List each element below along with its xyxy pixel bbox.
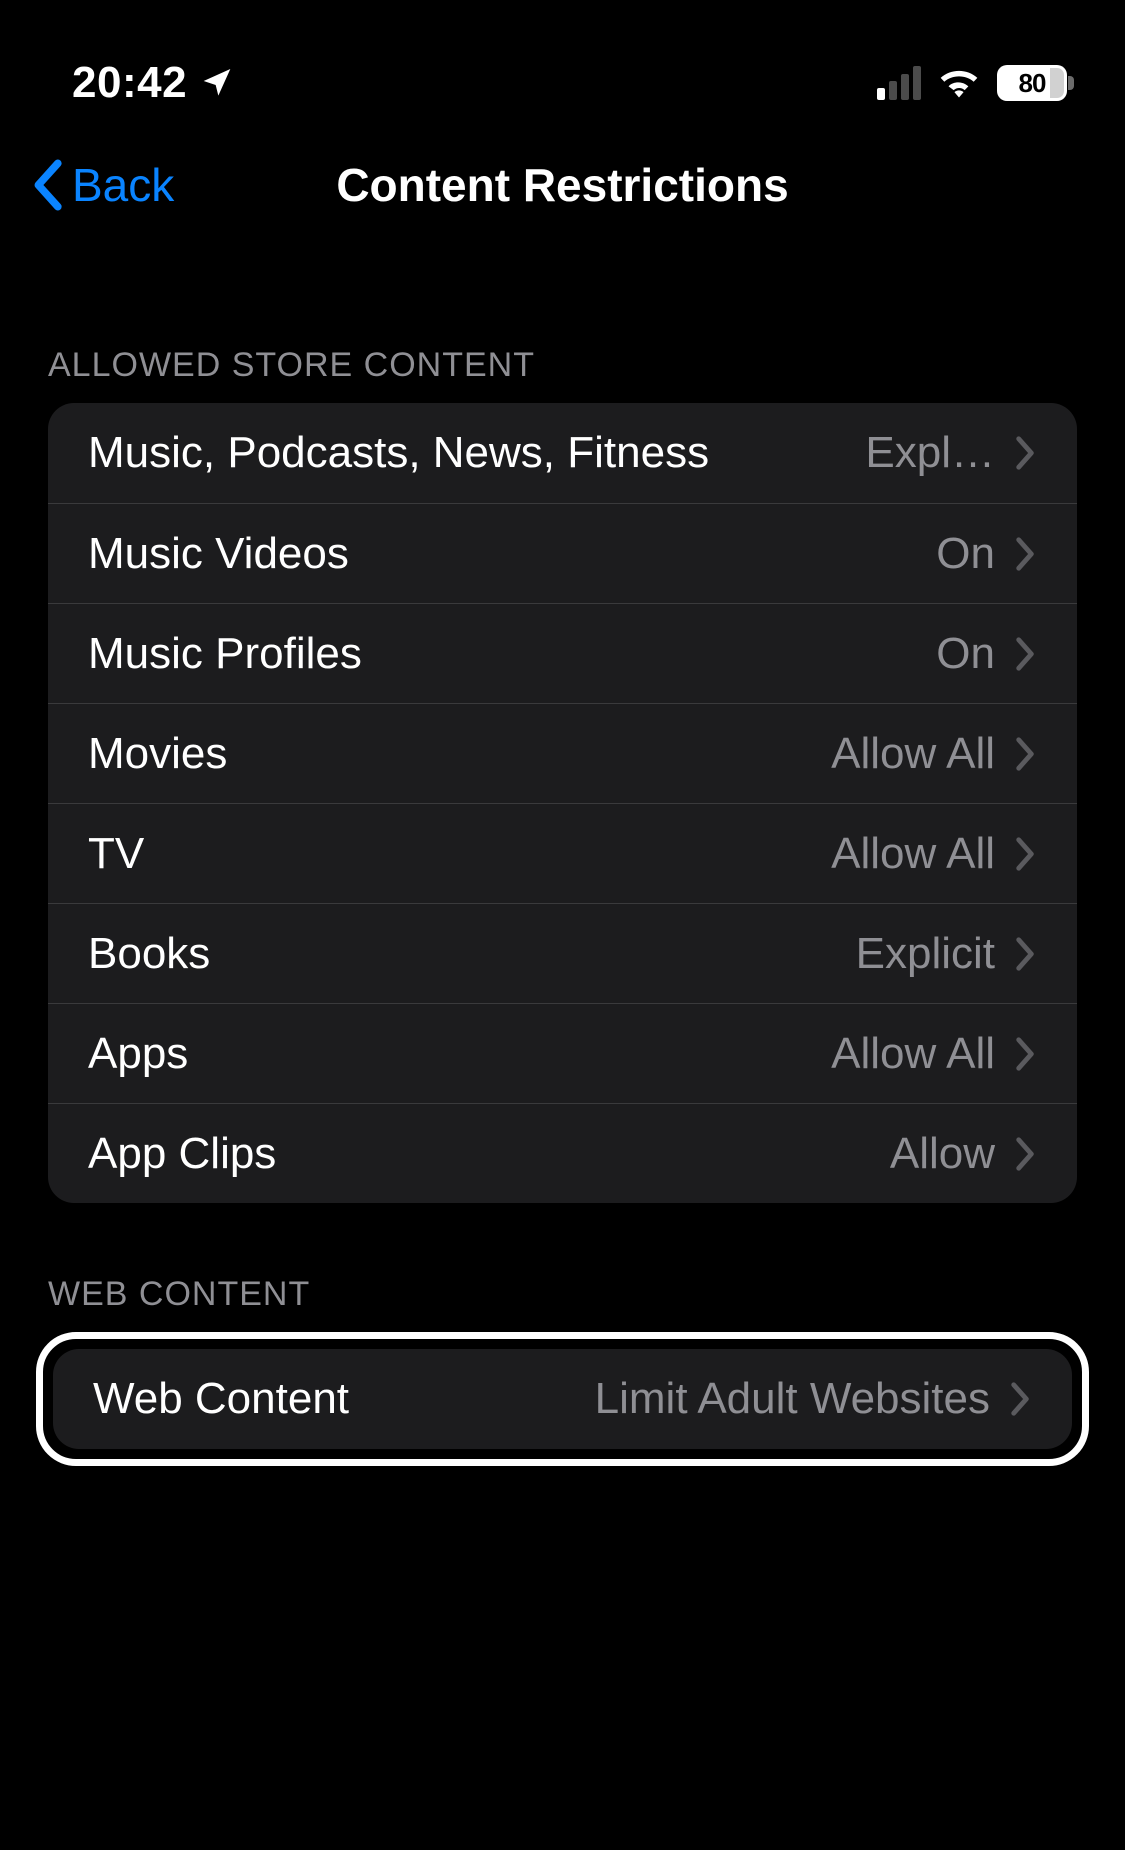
chevron-right-icon (1013, 535, 1037, 573)
chevron-right-icon (1013, 835, 1037, 873)
section-header-web: WEB CONTENT (0, 1203, 1125, 1332)
row-value: On (936, 529, 995, 579)
chevron-right-icon (1013, 1035, 1037, 1073)
row-movies[interactable]: Movies Allow All (48, 703, 1077, 803)
row-label: Apps (88, 1029, 188, 1079)
row-value: Limit Adult Websites (595, 1374, 990, 1424)
cellular-icon (877, 66, 921, 100)
back-label: Back (72, 158, 174, 212)
row-label: Books (88, 929, 210, 979)
chevron-right-icon (1008, 1380, 1032, 1418)
row-value: Allow All (831, 729, 995, 779)
chevron-right-icon (1013, 935, 1037, 973)
section-header-store: ALLOWED STORE CONTENT (0, 250, 1125, 403)
wifi-icon (937, 64, 981, 103)
chevron-right-icon (1013, 635, 1037, 673)
row-books[interactable]: Books Explicit (48, 903, 1077, 1003)
row-value: Allow (890, 1129, 995, 1179)
row-music-profiles[interactable]: Music Profiles On (48, 603, 1077, 703)
row-music-videos[interactable]: Music Videos On (48, 503, 1077, 603)
row-label: Music, Podcasts, News, Fitness (88, 428, 709, 478)
back-button[interactable]: Back (0, 158, 174, 212)
group-web: Web Content Limit Adult Websites (53, 1349, 1072, 1449)
chevron-right-icon (1013, 434, 1037, 472)
row-label: Movies (88, 729, 227, 779)
row-apps[interactable]: Apps Allow All (48, 1003, 1077, 1103)
row-value: Allow All (831, 829, 995, 879)
row-label: Web Content (93, 1374, 349, 1424)
row-label: Music Profiles (88, 629, 362, 679)
chevron-right-icon (1013, 735, 1037, 773)
status-bar: 20:42 80 (0, 0, 1125, 120)
row-value: Allow All (831, 1029, 995, 1079)
chevron-left-icon (30, 159, 64, 211)
row-music-podcasts-news-fitness[interactable]: Music, Podcasts, News, Fitness Expl… (48, 403, 1077, 503)
row-value: On (936, 629, 995, 679)
row-label: Music Videos (88, 529, 349, 579)
chevron-right-icon (1013, 1135, 1037, 1173)
nav-header: Back Content Restrictions (0, 120, 1125, 250)
row-web-content[interactable]: Web Content Limit Adult Websites (53, 1349, 1072, 1449)
row-value: Explicit (856, 929, 995, 979)
battery-level: 80 (1019, 68, 1046, 99)
location-icon (201, 58, 233, 108)
row-value: Expl… (865, 428, 995, 478)
group-store: Music, Podcasts, News, Fitness Expl… Mus… (48, 403, 1077, 1203)
status-left: 20:42 (72, 58, 233, 108)
battery-icon: 80 (997, 65, 1067, 101)
row-tv[interactable]: TV Allow All (48, 803, 1077, 903)
status-right: 80 (877, 64, 1067, 103)
row-label: TV (88, 829, 144, 879)
row-app-clips[interactable]: App Clips Allow (48, 1103, 1077, 1203)
highlighted-group-web: Web Content Limit Adult Websites (36, 1332, 1089, 1466)
status-time: 20:42 (72, 58, 187, 108)
row-label: App Clips (88, 1129, 276, 1179)
